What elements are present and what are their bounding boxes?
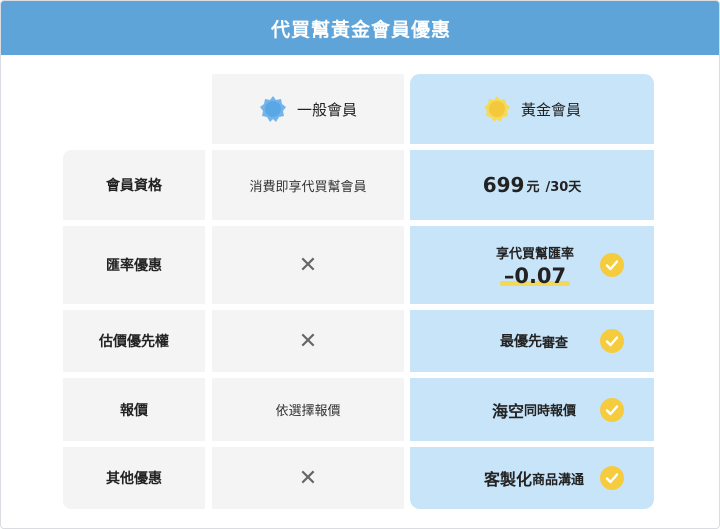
gold-estimate-small: 審查 <box>542 335 569 351</box>
regular-estimate-value: ✕ <box>212 310 404 372</box>
x-icon: ✕ <box>298 465 318 491</box>
regular-tier-header: 一般會員 <box>212 74 404 144</box>
gold-other-value: 客製化 商品溝通 <box>410 447 654 509</box>
blue-badge-icon <box>259 96 286 122</box>
gold-other-big: 客製化 <box>484 470 533 489</box>
regular-other-value: ✕ <box>212 447 404 509</box>
check-icon <box>600 466 624 490</box>
row-label-membership: 會員資格 <box>63 150 205 220</box>
gold-rate-label: 享代買幫匯率 <box>496 246 575 262</box>
regular-tier-label: 一般會員 <box>296 100 357 119</box>
gold-price: 699 <box>482 173 525 197</box>
gold-tier-header: 黃金會員 <box>410 74 654 144</box>
page-header: 代買幫黃金會員優惠 <box>1 1 719 55</box>
regular-membership-value: 消費即享代買幫會員 <box>212 150 404 220</box>
check-icon <box>600 253 624 277</box>
gold-exchange-value: 享代買幫匯率 –0.07 <box>410 226 654 304</box>
gold-quote-big: 海空 <box>492 401 525 421</box>
row-label-estimate: 估價優先權 <box>63 310 205 372</box>
gold-rate-value: –0.07 <box>503 263 567 288</box>
gold-other-small: 商品溝通 <box>532 472 585 488</box>
gold-tier-label: 黃金會員 <box>520 100 581 119</box>
gold-estimate-value: 最優先 審查 <box>410 310 654 372</box>
gold-estimate-big: 最優先 <box>500 334 542 350</box>
regular-exchange-value: ✕ <box>212 226 404 304</box>
gold-price-period: /30天 <box>545 179 582 195</box>
x-icon: ✕ <box>298 252 318 278</box>
regular-quote-value: 依選擇報價 <box>212 378 404 441</box>
gold-membership-value: 699 元 /30天 <box>410 150 654 220</box>
check-icon <box>600 397 624 422</box>
row-label-exchange: 匯率優惠 <box>63 226 205 304</box>
row-label-other: 其他優惠 <box>63 447 205 509</box>
gold-price-unit: 元 <box>526 179 540 195</box>
row-label-quote: 報價 <box>63 378 205 441</box>
page-title: 代買幫黃金會員優惠 <box>270 18 451 41</box>
gold-quote-small: 同時報價 <box>524 404 577 419</box>
gold-quote-value: 海空 同時報價 <box>410 378 654 441</box>
check-icon <box>600 329 624 353</box>
gold-badge-icon <box>483 96 510 122</box>
comparison-card: 代買幫黃金會員優惠 一般會員 黃金會員 會員資格 消費即享代買幫會員 699 元… <box>0 0 720 529</box>
x-icon: ✕ <box>298 328 318 354</box>
